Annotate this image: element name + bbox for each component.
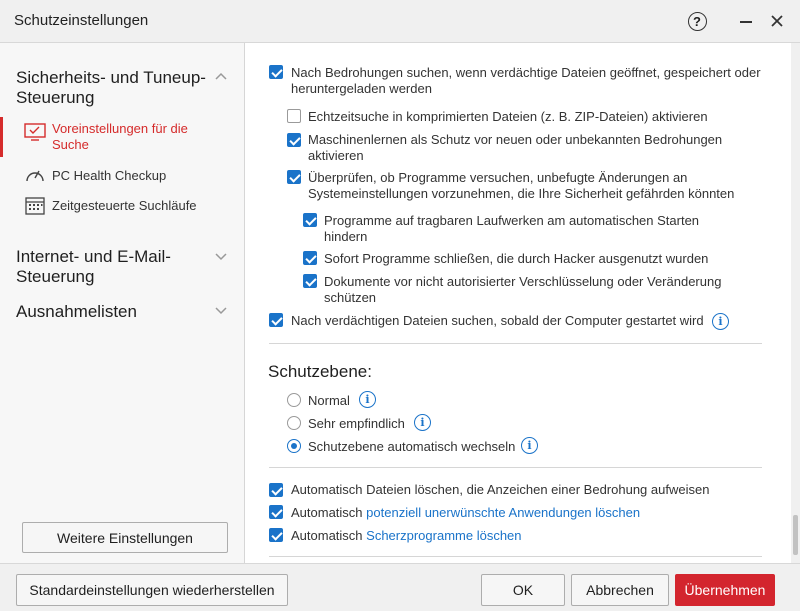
minimize-icon — [740, 21, 752, 23]
sidebar-item-scheduled-scans[interactable]: Zeitgesteuerte Suchläufe — [0, 195, 244, 217]
scrollbar-thumb[interactable] — [793, 515, 798, 555]
title-bar: Schutzeinstellungen ? — [0, 0, 800, 43]
close-button[interactable] — [764, 8, 790, 34]
protection-sensitive-label: Sehr empfindlich — [308, 416, 405, 431]
cancel-button[interactable]: Abbrechen — [571, 574, 669, 606]
info-icon[interactable]: i — [521, 437, 538, 454]
info-icon[interactable]: i — [359, 391, 376, 408]
sidebar-item-pc-health[interactable]: PC Health Checkup — [0, 165, 244, 187]
auto-delete-files-checkbox[interactable] — [269, 483, 283, 497]
monitor-check-icon — [24, 123, 46, 141]
auto-delete-pua-label: Automatisch potenziell unerwünschte Anwe… — [291, 505, 761, 521]
more-settings-button[interactable]: Weitere Einstellungen — [22, 522, 228, 553]
sidebar-section-internet-email[interactable]: Internet- und E-Mail-Steuerung — [16, 247, 196, 287]
portable-drives-label: Programme auf tragbaren Laufwerken am au… — [324, 213, 700, 244]
sidebar-section-exceptions[interactable]: Ausnahmelisten — [16, 302, 216, 322]
chevron-down-icon[interactable] — [214, 303, 228, 317]
sidebar-item-label: PC Health Checkup — [52, 168, 167, 183]
divider — [269, 343, 762, 344]
gauge-icon — [26, 170, 44, 182]
chevron-down-icon[interactable] — [214, 249, 228, 263]
scan-startup-checkbox[interactable] — [269, 313, 283, 327]
protection-level-title: Schutzebene: — [268, 362, 372, 381]
sidebar-item-label: Zeitgesteuerte Suchläufe — [52, 198, 197, 213]
joke-programs-link[interactable]: Scherzprogramme löschen — [366, 528, 521, 543]
machine-learning-checkbox[interactable] — [287, 133, 301, 147]
protection-sensitive-radio[interactable] — [287, 416, 301, 430]
settings-content: Nach Bedrohungen suchen, wenn verdächtig… — [245, 43, 791, 563]
close-programs-checkbox[interactable] — [303, 251, 317, 265]
calendar-icon — [25, 197, 45, 215]
scrollbar[interactable] — [791, 43, 800, 563]
close-icon — [771, 15, 783, 27]
auto-delete-pua-prefix: Automatisch — [291, 505, 367, 520]
auto-delete-joke-prefix: Automatisch — [291, 528, 367, 543]
auto-delete-joke-label: Automatisch Scherzprogramme löschen — [291, 528, 761, 544]
protection-auto-label: Schutzebene automatisch wechseln — [308, 439, 516, 454]
auto-delete-pua-checkbox[interactable] — [269, 505, 283, 519]
window-title: Schutzeinstellungen — [14, 12, 149, 29]
sidebar-item-scan-preferences[interactable]: Voreinstellungen für die Suche — [0, 120, 244, 154]
scan-on-open-checkbox[interactable] — [269, 65, 283, 79]
help-button[interactable]: ? — [684, 8, 710, 34]
divider — [269, 556, 762, 557]
footer: Standardeinstellungen wiederherstellen O… — [0, 563, 800, 611]
protect-documents-checkbox[interactable] — [303, 274, 317, 288]
info-icon[interactable]: i — [712, 313, 729, 330]
sidebar-section-security[interactable]: Sicherheits- und Tuneup-Steuerung — [16, 68, 216, 108]
apply-button[interactable]: Übernehmen — [675, 574, 775, 606]
help-icon: ? — [687, 11, 707, 31]
machine-learning-label: Maschinenlernen als Schutz vor neuen ode… — [308, 132, 723, 163]
portable-drives-checkbox[interactable] — [303, 213, 317, 227]
pua-link[interactable]: potenziell unerwünschte Anwendungen lösc… — [366, 505, 640, 520]
scan-startup-label: Nach verdächtigen Dateien suchen, sobald… — [291, 313, 704, 328]
protection-normal-label: Normal — [308, 393, 350, 408]
scan-on-open-label: Nach Bedrohungen suchen, wenn verdächtig… — [291, 65, 761, 96]
realtime-zip-checkbox[interactable] — [287, 109, 301, 123]
check-programs-checkbox[interactable] — [287, 170, 301, 184]
sidebar-item-label: Voreinstellungen für die Suche — [52, 121, 188, 152]
sidebar: Sicherheits- und Tuneup-Steuerung Vorein… — [0, 43, 245, 563]
chevron-up-icon[interactable] — [214, 69, 228, 83]
check-programs-label: Überprüfen, ob Programme versuchen, unbe… — [308, 170, 735, 201]
restore-defaults-button[interactable]: Standardeinstellungen wiederherstellen — [16, 574, 288, 606]
close-programs-label: Sofort Programme schließen, die durch Ha… — [324, 251, 709, 266]
divider — [269, 467, 762, 468]
auto-delete-files-label: Automatisch Dateien löschen, die Anzeich… — [291, 482, 710, 497]
ok-button[interactable]: OK — [481, 574, 565, 606]
auto-delete-joke-checkbox[interactable] — [269, 528, 283, 542]
protect-documents-label: Dokumente vor nicht autorisierter Versch… — [324, 274, 722, 305]
protection-normal-radio[interactable] — [287, 393, 301, 407]
realtime-zip-label: Echtzeitsuche in komprimierten Dateien (… — [308, 109, 708, 124]
info-icon[interactable]: i — [414, 414, 431, 431]
protection-auto-radio[interactable] — [287, 439, 301, 453]
minimize-button[interactable] — [733, 8, 759, 34]
